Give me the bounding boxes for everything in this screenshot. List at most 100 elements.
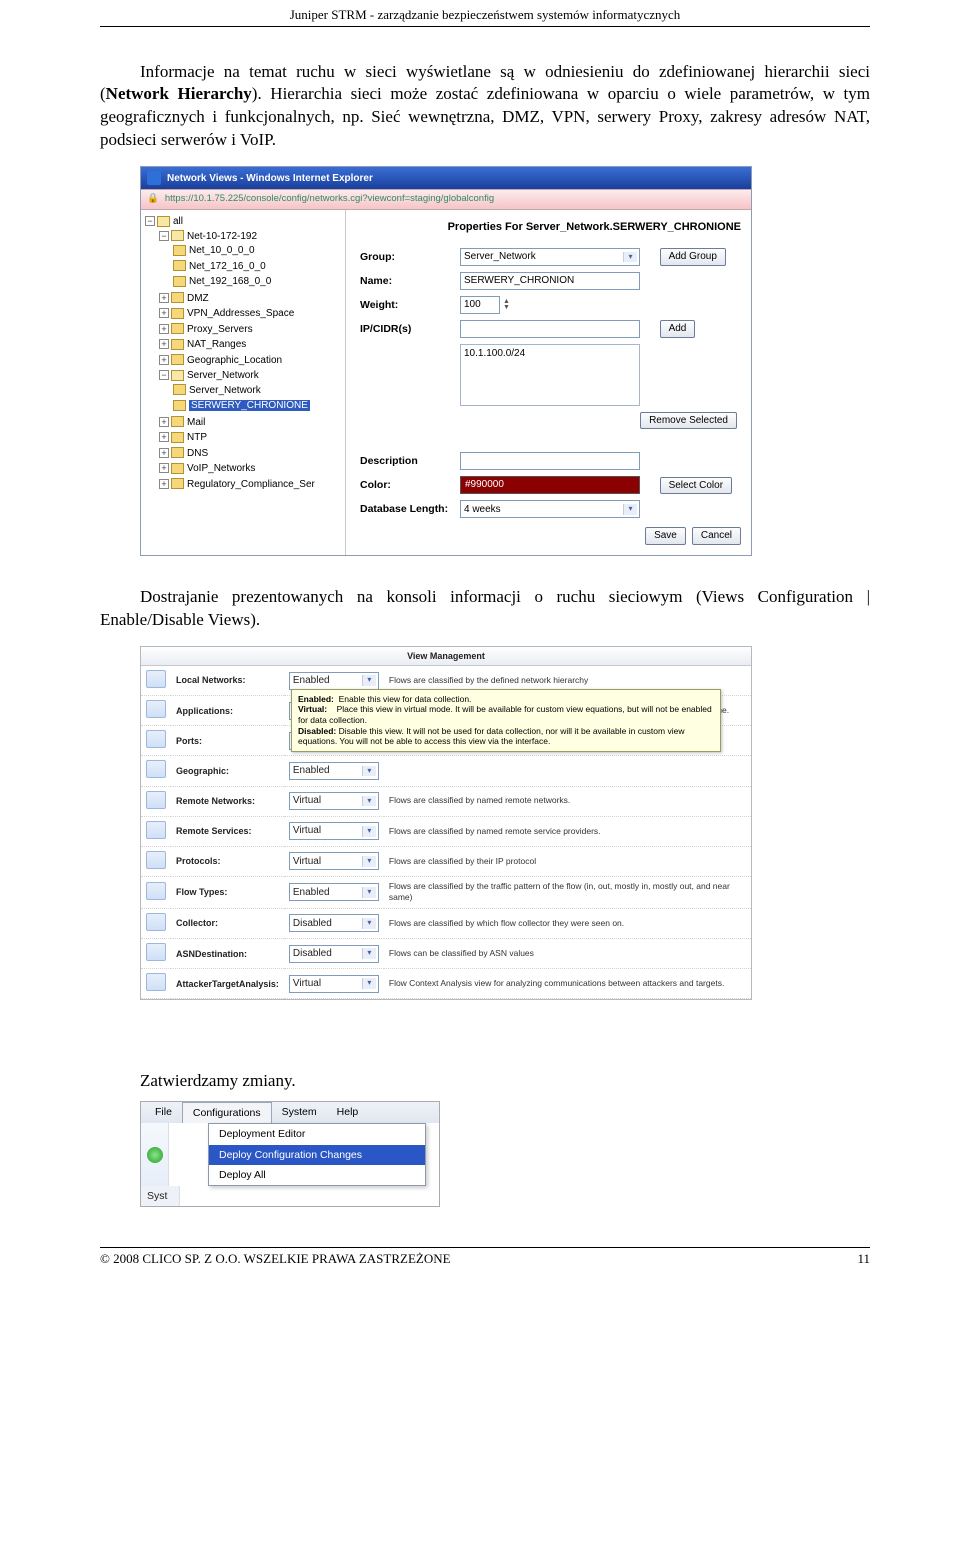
tree-expand-icon[interactable]: + [159,339,169,349]
select-color-button[interactable]: Select Color [660,477,732,495]
properties-title: Properties For Server_Network.SERWERY_CH… [356,220,741,235]
menu-system[interactable]: System [272,1102,327,1123]
tree-item[interactable]: VoIP_Networks [187,463,255,474]
view-mode-select[interactable]: Virtual▾ [289,852,379,870]
tree-expand-icon[interactable]: + [159,448,169,458]
tree-item-selected[interactable]: SERWERY_CHRONIONE [189,400,310,411]
paragraph-1: Informacje na temat ruchu w sieci wyświe… [100,61,870,153]
tree-item[interactable]: Mail [187,417,205,428]
tree-expand-icon[interactable]: + [159,324,169,334]
tree-expand-icon[interactable]: + [159,417,169,427]
view-mode-select[interactable]: Enabled▾ [289,672,379,690]
tree-root[interactable]: all [173,216,183,227]
menu-item-deployment-editor[interactable]: Deployment Editor [209,1124,425,1144]
view-row-name: Geographic: [171,756,284,786]
cidr-listbox[interactable]: 10.1.100.0/24 [460,344,640,406]
mode-tooltip: Enabled: Enable this view for data colle… [291,689,721,752]
window-titlebar: Network Views - Windows Internet Explore… [141,167,751,189]
add-cidr-button[interactable]: Add [660,320,696,338]
tree-expand-icon[interactable]: + [159,479,169,489]
view-mode-select[interactable]: Virtual▾ [289,975,379,993]
tree-expand-icon[interactable]: + [159,355,169,365]
deploy-menu-screenshot: File Configurations System Help Deployme… [140,1101,440,1207]
tree-collapse-icon[interactable]: − [145,216,155,226]
view-row-name: ASNDestination: [171,939,284,969]
save-button[interactable]: Save [645,527,686,545]
folder-icon [171,432,184,443]
tree-item[interactable]: Server_Network [187,370,259,381]
view-mode-select[interactable]: Virtual▾ [289,822,379,840]
tooltip-enabled-label: Enabled: [298,694,334,704]
menubar: File Configurations System Help [141,1102,439,1123]
view-row-desc: Flows are classified by the traffic patt… [384,876,751,908]
view-mode-value: Disabled [293,917,332,931]
view-row-desc: Flows are classified by named remote ser… [384,816,751,846]
menu-item-deploy-all[interactable]: Deploy All [209,1165,425,1185]
paragraph-2: Dostrajanie prezentowanych na konsoli in… [100,586,870,632]
view-row-name: AttackerTargetAnalysis: [171,969,284,999]
view-row-desc: Flows are classified by named remote net… [384,786,751,816]
add-group-button[interactable]: Add Group [660,248,726,266]
menu-configurations[interactable]: Configurations [182,1102,272,1123]
cidr-entry[interactable]: 10.1.100.0/24 [464,348,525,359]
view-row-icon [146,791,166,809]
footer-copyright: © 2008 CLICO SP. Z O.O. WSZELKIE PRAWA Z… [100,1250,451,1268]
chevron-down-icon: ▾ [362,978,376,989]
folder-icon [171,370,184,381]
chevron-down-icon: ▾ [362,675,376,686]
chevron-down-icon: ▾ [362,766,376,777]
group-select[interactable]: Server_Network ▾ [460,248,640,266]
tree-expand-icon[interactable]: + [159,293,169,303]
name-input[interactable] [460,272,640,290]
view-mode-select[interactable]: Enabled▾ [289,883,379,901]
tree-item[interactable]: Geographic_Location [187,355,282,366]
weight-input[interactable] [460,296,500,314]
view-row-desc: Flows can be classified by ASN values [384,939,751,969]
folder-icon [171,447,184,458]
para1-bold: Network Hierarchy [106,84,252,103]
tree-item[interactable]: Net-10-172-192 [187,231,257,242]
tree-item[interactable]: DNS [187,448,208,459]
tree-item[interactable]: NTP [187,432,207,443]
ipcidr-input[interactable] [460,320,640,338]
tree-item[interactable]: Regulatory_Compliance_Ser [187,479,315,490]
dblength-value: 4 weeks [464,503,501,517]
tree-item[interactable]: NAT_Ranges [187,339,246,350]
tree-item[interactable]: DMZ [187,293,209,304]
cancel-button[interactable]: Cancel [692,527,741,545]
tree-expand-icon[interactable]: + [159,432,169,442]
properties-panel: Properties For Server_Network.SERWERY_CH… [346,210,751,555]
tree-item[interactable]: Net_10_0_0_0 [189,245,255,256]
remove-selected-button[interactable]: Remove Selected [640,412,737,430]
stepper-down-icon[interactable]: ▼ [503,305,510,311]
tooltip-virtual-text: Place this view in virtual mode. It will… [298,704,712,725]
chevron-down-icon: ▾ [623,504,637,515]
weight-stepper[interactable]: ▲▼ [460,296,510,314]
network-tree[interactable]: −all −Net-10-172-192 Net_10_0_0_0 Net_17… [141,210,346,555]
view-row-name: Collector: [171,908,284,938]
status-led-icon [141,1123,169,1186]
tree-item[interactable]: Net_192_168_0_0 [189,276,271,287]
tree-item[interactable]: VPN_Addresses_Space [187,308,294,319]
view-row-name: Remote Services: [171,816,284,846]
tree-expand-icon[interactable]: + [159,463,169,473]
view-mode-select[interactable]: Disabled▾ [289,945,379,963]
folder-icon [171,292,184,303]
tree-collapse-icon[interactable]: − [159,370,169,380]
view-mode-select[interactable]: Disabled▾ [289,914,379,932]
tree-item[interactable]: Net_172_16_0_0 [189,261,266,272]
tree-collapse-icon[interactable]: − [159,231,169,241]
view-row: Remote Networks:Virtual▾Flows are classi… [141,786,751,816]
menu-item-deploy-config-changes[interactable]: Deploy Configuration Changes [209,1145,425,1165]
tooltip-disabled-text: Disable this view. It will not be used f… [298,726,684,747]
folder-icon [171,339,184,350]
menu-file[interactable]: File [145,1102,182,1123]
menu-help[interactable]: Help [327,1102,369,1123]
view-mode-select[interactable]: Enabled▾ [289,762,379,780]
description-input[interactable] [460,452,640,470]
tree-item[interactable]: Proxy_Servers [187,324,253,335]
dblength-select[interactable]: 4 weeks ▾ [460,500,640,518]
tree-expand-icon[interactable]: + [159,308,169,318]
view-mode-select[interactable]: Virtual▾ [289,792,379,810]
tree-item[interactable]: Server_Network [189,385,261,396]
